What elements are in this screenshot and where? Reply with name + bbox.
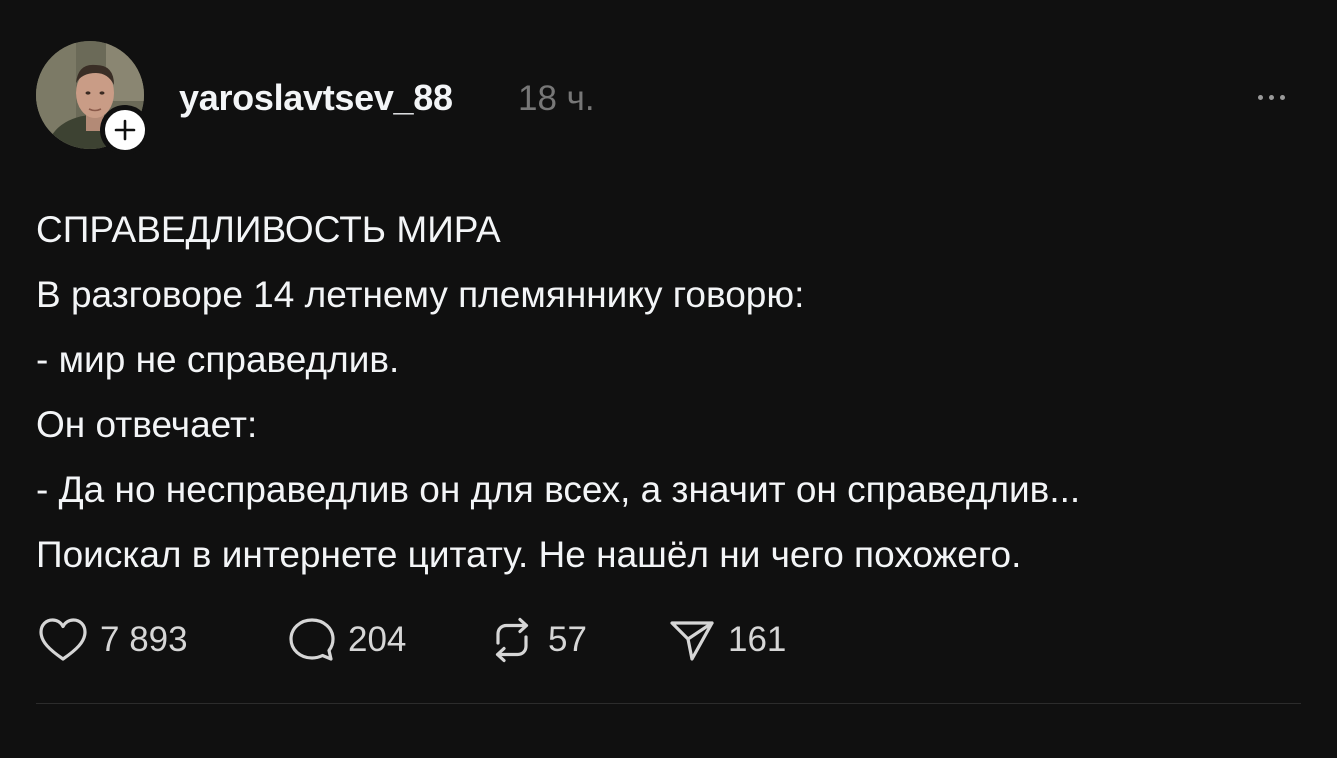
- post-text-line: Он отвечает:: [36, 404, 258, 445]
- post-text-line: Поискал в интернете цитату. Не нашёл ни …: [36, 534, 1022, 575]
- share-button[interactable]: 161: [666, 612, 786, 668]
- like-count: 7 893: [100, 620, 188, 659]
- repost-button[interactable]: 57: [486, 612, 666, 668]
- thread-post: yaroslavtsev_88 18 ч. СПРАВЕДЛИВОСТЬ МИР…: [0, 0, 1337, 758]
- comment-button[interactable]: 204: [286, 612, 486, 668]
- post-timestamp[interactable]: 18 ч.: [518, 77, 595, 121]
- post-text-line: СПРАВЕДЛИВОСТЬ МИРА: [36, 209, 501, 250]
- post-divider: [36, 703, 1301, 704]
- follow-button[interactable]: [100, 105, 150, 155]
- like-button[interactable]: 7 893: [36, 612, 286, 668]
- comment-count: 204: [348, 620, 407, 659]
- heart-icon: [39, 618, 87, 661]
- more-options-button[interactable]: [1246, 80, 1296, 114]
- post-text: СПРАВЕДЛИВОСТЬ МИРА В разговоре 14 летне…: [36, 197, 1306, 587]
- avatar-container: [36, 41, 150, 155]
- post-text-line: - мир не справедлив.: [36, 339, 400, 380]
- post-actions: 7 893 204 57 161: [36, 612, 786, 668]
- comment-bubble-icon: [289, 618, 335, 661]
- repost-icon: [495, 617, 529, 663]
- more-horizontal-icon: [1257, 94, 1263, 100]
- send-icon: [670, 621, 714, 661]
- share-count: 161: [728, 620, 787, 659]
- post-text-line: - Да но несправедлив он для всех, а знач…: [36, 469, 1081, 510]
- repost-count: 57: [548, 620, 587, 659]
- author-username[interactable]: yaroslavtsev_88: [179, 76, 453, 120]
- post-text-line: В разговоре 14 летнему племяннику говорю…: [36, 274, 805, 315]
- plus-icon: [114, 119, 136, 141]
